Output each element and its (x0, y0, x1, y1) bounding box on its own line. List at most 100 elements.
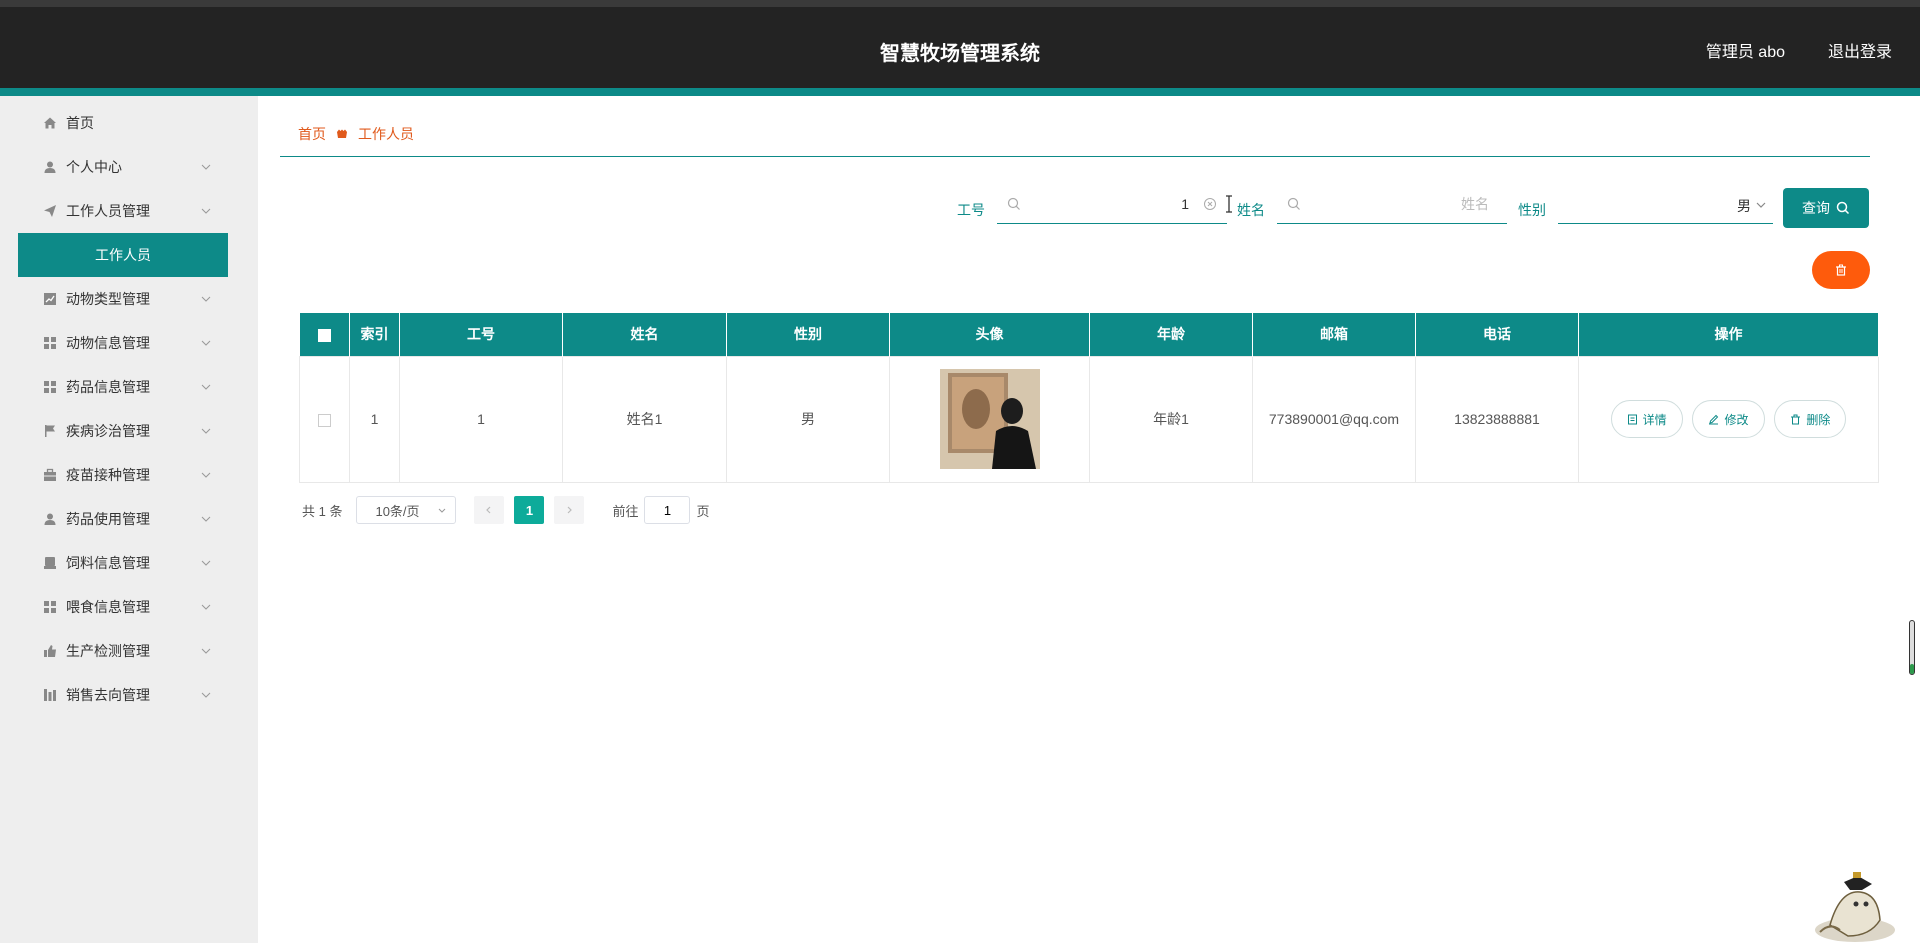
gender-select[interactable]: 男 (1558, 184, 1773, 224)
page-size-value: 10条/页 (375, 503, 420, 519)
main-content: 首页 工作人员 工号 姓名 性别 男 查询 (258, 96, 1920, 943)
sidebar-item-label: 动物类型管理 (66, 291, 150, 307)
app-title: 智慧牧场管理系统 (880, 43, 1040, 65)
sidebar-item-menu-5[interactable]: 药品信息管理 (18, 365, 228, 409)
sidebar-item-label: 生产检测管理 (66, 643, 150, 659)
chevron-down-icon (200, 688, 214, 702)
chevron-left-icon (486, 506, 491, 514)
edit-button[interactable]: 修改 (1692, 400, 1765, 438)
printer-icon (42, 555, 58, 571)
sidebar-item-menu-9[interactable]: 饲料信息管理 (18, 541, 228, 585)
name-label: 姓名 (1237, 202, 1265, 218)
table-row: 1 1 姓名1 男 年龄1 773890001@qq.com 138238888… (299, 355, 1879, 483)
user-label: 管理员 abo (1705, 44, 1785, 61)
next-page-button[interactable] (554, 496, 585, 524)
breadcrumb: 首页 工作人员 (298, 124, 414, 144)
sidebar-item-label: 药品使用管理 (66, 511, 150, 527)
sidebar-item-label: 喂食信息管理 (66, 599, 150, 615)
detail-button[interactable]: 详情 (1610, 400, 1683, 438)
sidebar-item-menu-11[interactable]: 生产检测管理 (18, 629, 228, 673)
avatar[interactable] (939, 369, 1040, 469)
page-number-button[interactable]: 1 (514, 496, 545, 524)
sidebar-item-menu-8[interactable]: 药品使用管理 (18, 497, 228, 541)
sidebar-item-menu-1[interactable]: 个人中心 (18, 145, 228, 189)
page-suffix: 页 (696, 503, 710, 519)
sidebar-item-label: 疾病诊治管理 (66, 423, 150, 439)
query-button[interactable]: 查询 (1783, 188, 1869, 228)
window-top-strip (0, 0, 1920, 7)
clear-icon[interactable] (1203, 197, 1217, 214)
col-header-actions: 操作 (1578, 313, 1879, 356)
sidebar-item-label: 饲料信息管理 (66, 555, 150, 571)
cell-gonghao: 1 (399, 355, 563, 483)
edit-label: 修改 (1724, 412, 1749, 427)
row-select-cell (299, 355, 350, 483)
chart-icon (42, 291, 58, 307)
col-header-index: 索引 (349, 313, 400, 356)
chevron-down-icon (200, 512, 214, 526)
chevron-down-icon (200, 644, 214, 658)
chevron-down-icon (200, 556, 214, 570)
cell-index: 1 (349, 355, 400, 483)
mascot-image (1800, 870, 1898, 943)
staff-table: 索引 工号 姓名 性别 头像 年龄 邮箱 电话 操作 1 1 姓名1 男 年龄1… (299, 313, 1879, 483)
sidebar-item-home[interactable]: 首页 (18, 101, 228, 145)
row-checkbox[interactable] (318, 413, 331, 427)
sidebar-item-menu-4[interactable]: 动物信息管理 (18, 321, 228, 365)
sidebar-item-menu-12[interactable]: 销售去向管理 (18, 673, 228, 717)
chevron-right-icon (568, 506, 573, 514)
cell-avatar (889, 355, 1090, 483)
chevron-down-icon (439, 508, 446, 513)
prev-page-button[interactable] (474, 496, 505, 524)
user-icon (42, 159, 58, 175)
cell-actions: 详情 修改 删除 (1578, 355, 1879, 483)
logout-button[interactable]: 退出登录 (1828, 38, 1892, 62)
sidebar-subitem-staff[interactable]: 工作人员 (18, 233, 228, 277)
scrollbar[interactable] (1909, 620, 1915, 675)
gender-value: 男 (1737, 198, 1751, 214)
sidebar-item-label: 销售去向管理 (66, 687, 150, 703)
pagination: 共 1 条 10条/页 1 前往 页 (302, 496, 710, 524)
chevron-down-icon (200, 380, 214, 394)
detail-label: 详情 (1642, 412, 1667, 427)
cell-gender: 男 (726, 355, 890, 483)
goto-page-input[interactable] (644, 496, 691, 524)
col-header-phone: 电话 (1415, 313, 1579, 356)
breadcrumb-home[interactable]: 首页 (298, 124, 326, 144)
name-field[interactable] (1277, 184, 1507, 224)
gonghao-input[interactable] (1029, 192, 1189, 216)
chevron-down-icon (1755, 198, 1767, 214)
sidebar-item-label: 个人中心 (66, 159, 122, 175)
gonghao-field[interactable] (997, 184, 1227, 224)
select-all-checkbox[interactable] (317, 329, 331, 343)
sidebar-item-menu-10[interactable]: 喂食信息管理 (18, 585, 228, 629)
breadcrumb-current: 工作人员 (358, 126, 414, 142)
sidebar-item-label: 药品信息管理 (66, 379, 150, 395)
briefcase-icon (42, 467, 58, 483)
search-icon (1836, 201, 1850, 215)
sidebar-item-menu-6[interactable]: 疾病诊治管理 (18, 409, 228, 453)
page-size-select[interactable]: 10条/页 (356, 496, 457, 524)
col-header-email: 邮箱 (1252, 313, 1416, 356)
sidebar-item-label: 疫苗接种管理 (66, 467, 150, 483)
grid-icon (42, 599, 58, 615)
user-icon (42, 511, 58, 527)
sidebar-item-menu-2[interactable]: 工作人员管理 (18, 189, 228, 233)
chevron-down-icon (200, 600, 214, 614)
header-divider (0, 88, 1920, 96)
sidebar-item-menu-3[interactable]: 动物类型管理 (18, 277, 228, 321)
col-header-gonghao: 工号 (399, 313, 563, 356)
batch-delete-button[interactable] (1812, 251, 1870, 289)
cell-name: 姓名1 (562, 355, 727, 483)
scrollbar-indicator (1910, 664, 1914, 674)
name-input[interactable] (1309, 192, 1489, 216)
goto-label: 前往 (612, 503, 639, 519)
sidebar-item-label: 工作人员管理 (66, 203, 150, 219)
sidebar-item-menu-7[interactable]: 疫苗接种管理 (18, 453, 228, 497)
delete-button[interactable]: 删除 (1774, 400, 1847, 438)
text-cursor-icon (1224, 195, 1234, 216)
grid-icon (42, 335, 58, 351)
app-header: 智慧牧场管理系统 管理员 abo 退出登录 (0, 7, 1920, 88)
col-header-avatar: 头像 (889, 313, 1090, 356)
search-icon (1287, 197, 1301, 214)
